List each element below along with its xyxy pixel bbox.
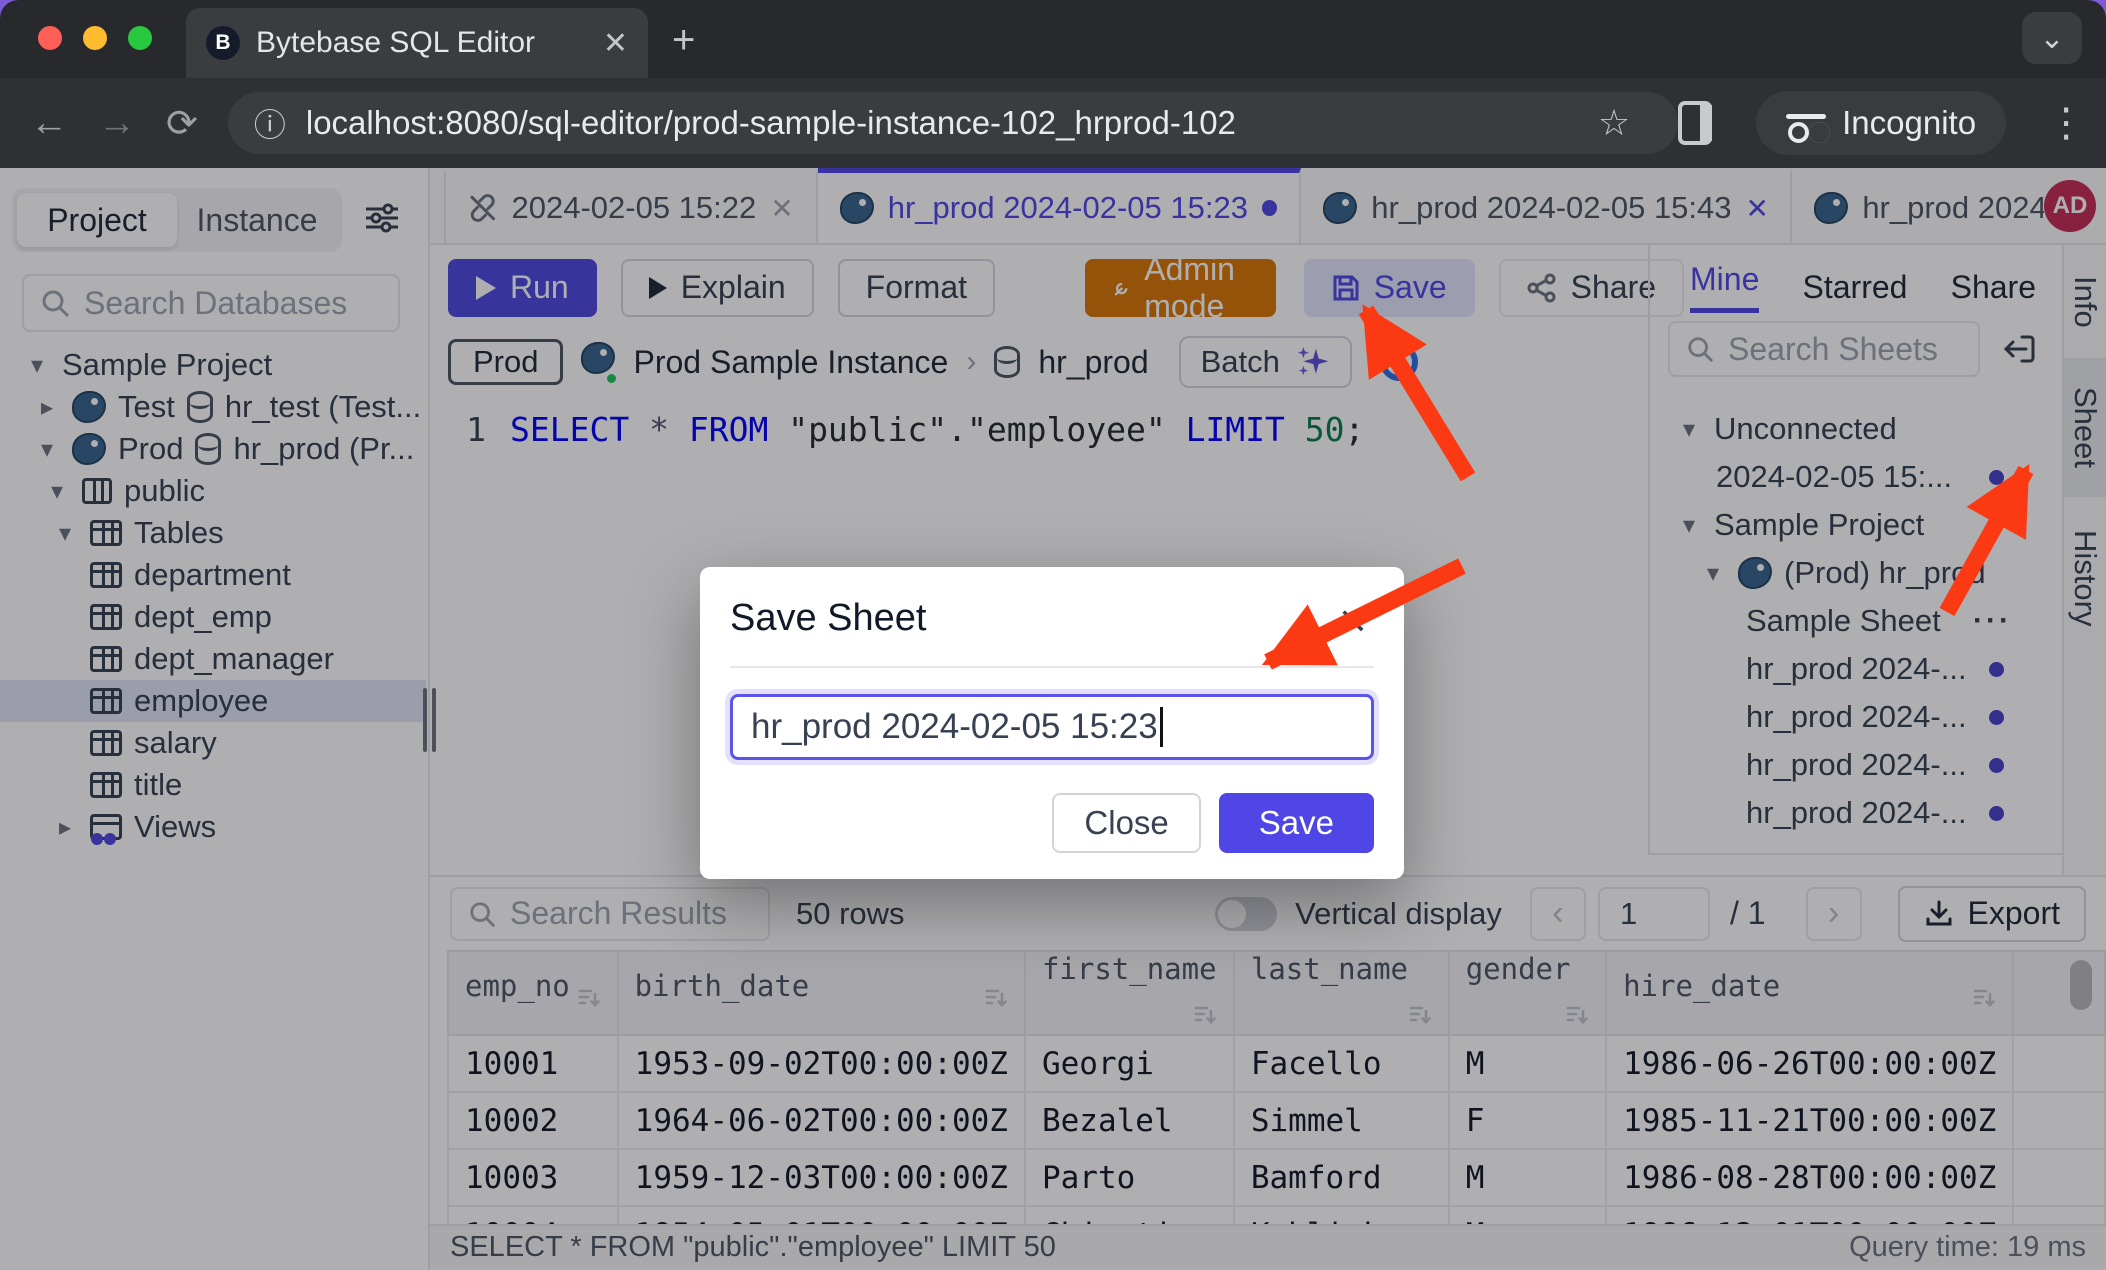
dialog-divider	[730, 666, 1374, 668]
url-text: localhost:8080/sql-editor/prod-sample-in…	[306, 104, 1236, 142]
close-window-button[interactable]	[38, 26, 62, 50]
dialog-save-button[interactable]: Save	[1219, 793, 1374, 853]
screenshot-root: B Bytebase SQL Editor ✕ + ⌄ ← → ⟳ ⓘ loca…	[0, 0, 2106, 1270]
browser-window: B Bytebase SQL Editor ✕ + ⌄ ← → ⟳ ⓘ loca…	[0, 0, 2106, 168]
minimize-window-button[interactable]	[83, 26, 107, 50]
text-cursor	[1160, 707, 1163, 747]
incognito-icon	[1786, 108, 1826, 138]
sheet-name-value: hr_prod 2024-02-05 15:23	[751, 707, 1158, 747]
save-sheet-dialog: Save Sheet ✕ hr_prod 2024-02-05 15:23 Cl…	[700, 567, 1404, 879]
dialog-title: Save Sheet	[730, 597, 1374, 640]
incognito-label: Incognito	[1842, 104, 1976, 142]
bytebase-favicon-icon: B	[206, 26, 240, 60]
bytebase-app: Project Instance Search Databases ▾ Samp…	[0, 168, 2106, 1270]
browser-tab[interactable]: B Bytebase SQL Editor ✕	[186, 8, 648, 78]
reload-icon[interactable]: ⟳	[166, 101, 198, 146]
dialog-buttons: Close Save	[1052, 793, 1374, 853]
side-panel-icon[interactable]	[1678, 101, 1712, 145]
address-bar[interactable]: ⓘ localhost:8080/sql-editor/prod-sample-…	[228, 92, 1678, 154]
dialog-close-icon[interactable]: ✕	[1338, 601, 1368, 643]
bookmark-star-icon[interactable]: ☆	[1598, 102, 1630, 144]
tab-search-chevron-icon[interactable]: ⌄	[2022, 12, 2082, 64]
site-info-icon[interactable]: ⓘ	[254, 100, 286, 146]
dialog-close-button[interactable]: Close	[1052, 793, 1200, 853]
browser-tab-close-icon[interactable]: ✕	[603, 26, 628, 61]
zoom-window-button[interactable]	[128, 26, 152, 50]
incognito-badge: Incognito	[1756, 91, 2006, 155]
browser-tab-title: Bytebase SQL Editor	[256, 26, 587, 60]
new-browser-tab-button[interactable]: +	[672, 22, 695, 58]
sheet-name-input[interactable]: hr_prod 2024-02-05 15:23	[730, 694, 1374, 760]
window-controls	[38, 26, 152, 50]
back-icon[interactable]: ←	[30, 102, 68, 145]
forward-icon[interactable]: →	[98, 102, 136, 145]
browser-menu-icon[interactable]: ⋮	[2046, 100, 2086, 146]
browser-toolbar: ← → ⟳ ⓘ localhost:8080/sql-editor/prod-s…	[0, 78, 2106, 168]
browser-tab-strip: B Bytebase SQL Editor ✕ + ⌄	[0, 0, 2106, 78]
